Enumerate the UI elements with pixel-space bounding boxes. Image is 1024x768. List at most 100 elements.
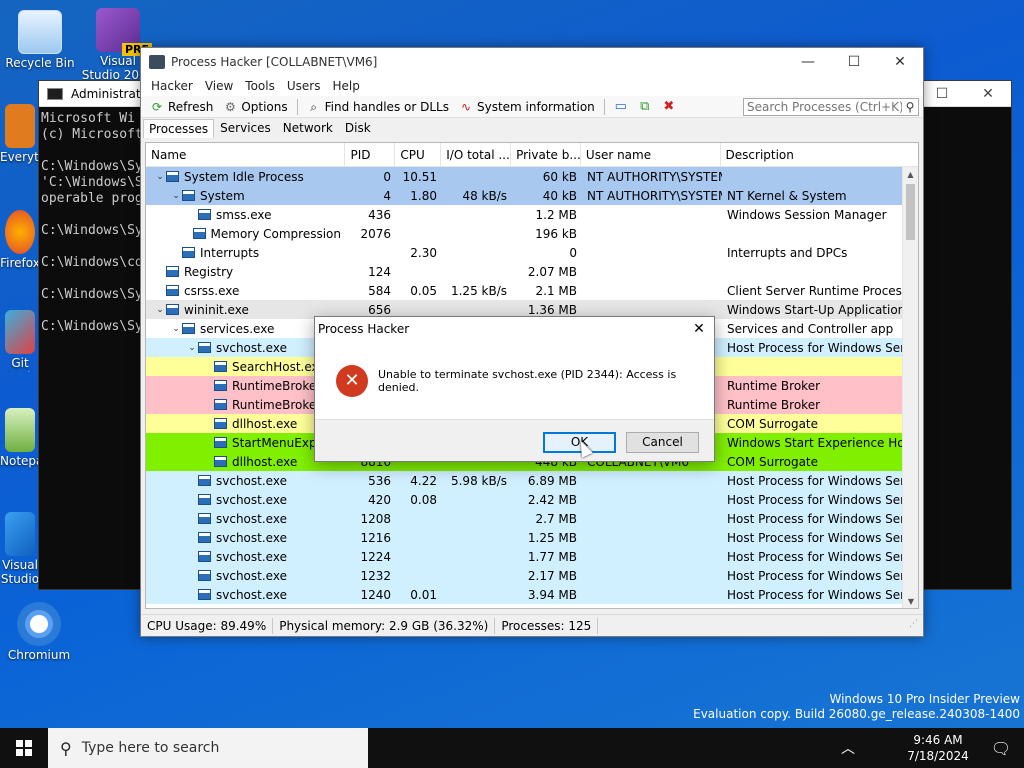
resize-grip-icon[interactable]: ⋰ [909,619,923,633]
minimize-icon[interactable]: — [785,48,831,76]
process-name: svchost.exe [216,568,287,583]
menu-tools[interactable]: Tools [239,79,281,93]
scroll-thumb[interactable] [906,184,915,240]
maximize-icon[interactable]: ☐ [919,86,965,102]
table-row[interactable]: csrss.exe 584 0.05 1.25 kB/s 2.1 MB Client Se… [146,281,902,300]
expand-chevron-icon[interactable]: ⌄ [186,343,198,353]
start-button[interactable] [0,728,48,768]
notification-icon[interactable]: 🗨 [978,739,1024,758]
toolbar-separator [296,98,298,115]
search-input[interactable] [747,99,902,114]
process-private-bytes: 2.7 MB [535,511,577,526]
scroll-up-icon[interactable]: ▲ [903,167,918,183]
process-name-cell[interactable]: svchost.exe [146,588,346,602]
desktop-icon-firefox[interactable]: Firefox [0,210,40,272]
clock[interactable]: 9:46 AM 7/18/2024 [898,732,978,764]
tab-processes[interactable]: Processes [143,119,215,138]
tab-disk[interactable]: Disk [339,118,377,138]
desktop-icon-git-bash[interactable]: Git Bash [0,310,40,372]
system-information-button[interactable]: ∿ System information [454,97,600,117]
search-icon[interactable]: ⚲ [902,100,918,114]
process-name-cell[interactable]: svchost.exe [146,474,346,488]
column-description[interactable]: Description [721,143,918,166]
desktop-icon-chromium[interactable]: Chromium [1,602,77,662]
process-name-cell[interactable]: svchost.exe [146,531,346,545]
process-name-cell[interactable]: svchost.exe [146,493,346,507]
column-io-total[interactable]: I/O total ... [441,143,512,166]
expand-chevron-icon[interactable]: ⌄ [170,324,182,334]
git-bash-icon [5,310,35,354]
desktop-icon-vscode[interactable]: Visual Studio Code [0,512,40,584]
process-pid: 2076 [360,226,391,241]
table-row[interactable]: svchost.exe 1240 0.01 3.94 MB Host Process f… [146,585,902,604]
find-handles-button[interactable]: ⌕ Find handles or DLLs [302,97,454,117]
expand-chevron-icon[interactable]: ⌄ [154,172,166,182]
process-name-cell[interactable]: csrss.exe [146,284,346,298]
process-name-cell[interactable]: svchost.exe [146,512,346,526]
table-row[interactable]: Registry 124 2.07 MB [146,262,902,281]
tab-network[interactable]: Network [277,118,339,138]
process-pid: 656 [368,302,391,317]
dialog-close-icon[interactable]: ✕ [684,321,714,337]
table-row[interactable]: svchost.exe 1216 1.25 MB Host Process for W… [146,528,902,547]
vertical-scrollbar[interactable]: ▲ ▼ [902,167,918,608]
table-row[interactable]: svchost.exe 1232 2.17 MB Host Process for W… [146,566,902,585]
maximize-icon[interactable]: ☐ [831,48,877,76]
process-description: Host Process for Windows Ser... [727,530,902,545]
window-icon[interactable]: ▭ [612,99,630,115]
scroll-down-icon[interactable]: ▼ [903,594,918,608]
process-name-cell[interactable]: Interrupts [146,246,346,260]
column-pid[interactable]: PID [345,143,396,166]
table-row[interactable]: svchost.exe 1224 1.77 MB Host Process for W… [146,547,902,566]
error-dialog[interactable]: Process Hacker ✕ ✕ Unable to terminate s… [314,316,715,462]
column-cpu[interactable]: CPU [395,143,442,166]
table-row[interactable]: Interrupts 2.30 0 Interrupts and DPCs [146,243,902,262]
process-name-cell[interactable]: Memory Compression [146,227,346,241]
menu-view[interactable]: View [199,79,239,93]
table-row[interactable]: smss.exe 436 1.2 MB Windows Session Manager [146,205,902,224]
desktop-icon-notepad-plus-plus[interactable]: Notepad++ [0,408,40,470]
window-arrow-icon[interactable]: ⧉ [636,99,654,115]
process-name: services.exe [200,321,275,336]
options-button[interactable]: ⚙ Options [218,97,292,117]
toolbar: ⟳ Refresh ⚙ Options ⌕ Find handles or DL… [141,96,923,118]
table-row[interactable]: svchost.exe 420 0.08 2.42 MB Host Process fo… [146,490,902,509]
process-name-cell[interactable]: svchost.exe [146,550,346,564]
process-name-cell[interactable]: ⌄ wininit.exe [146,303,346,317]
table-row[interactable]: ⌄ System 4 1.80 48 kB/s 40 kB NT AUTHORITY\SYS… [146,186,902,205]
expand-chevron-icon[interactable]: ⌄ [154,305,166,315]
chevron-up-icon[interactable]: ︿ [834,738,862,758]
table-row[interactable]: Memory Compression 2076 196 kB [146,224,902,243]
process-description: Windows Session Manager [727,207,887,222]
table-row[interactable]: svchost.exe 536 4.22 5.98 kB/s 6.89 MB Host P… [146,471,902,490]
table-row[interactable]: svchost.exe 1208 2.7 MB Host Process for Wi… [146,509,902,528]
process-name-cell[interactable]: ⌄ System [146,189,346,203]
close-icon[interactable]: ✕ [965,86,1011,102]
refresh-button[interactable]: ⟳ Refresh [145,97,218,117]
cancel-button[interactable]: Cancel [626,432,699,453]
menu-help[interactable]: Help [326,79,365,93]
column-user-name[interactable]: User name [581,143,721,166]
column-name[interactable]: Name [146,143,346,166]
desktop-icon-recycle-bin[interactable]: Recycle Bin [2,10,78,70]
expand-chevron-icon[interactable]: ⌄ [170,191,182,201]
dialog-title-bar[interactable]: Process Hacker ✕ [315,317,714,341]
process-description: Interrupts and DPCs [727,245,848,260]
search-processes[interactable]: ⚲ [743,97,919,116]
process-name-cell[interactable]: smss.exe [146,208,346,222]
process-name-cell[interactable]: Registry [146,265,346,279]
close-icon[interactable]: ✕ [877,48,923,76]
desktop-icon-everything[interactable]: Everything [0,104,40,172]
menu-users[interactable]: Users [281,79,327,93]
process-name-cell[interactable]: ⌄ System Idle Process [146,170,346,184]
process-io-total: 5.98 kB/s [450,473,507,488]
ph-title-bar[interactable]: Process Hacker [COLLABNET\VM6] — ☐ ✕ [141,48,923,76]
tab-services[interactable]: Services [214,118,277,138]
cmd-output-right [937,109,997,589]
taskbar-search[interactable]: ⚲ Type here to search [48,728,368,768]
table-row[interactable]: ⌄ System Idle Process 0 10.51 60 kB NT AUTHOR… [146,167,902,186]
menu-hacker[interactable]: Hacker [145,79,199,93]
column-private-bytes[interactable]: Private b... [511,143,581,166]
process-name-cell[interactable]: svchost.exe [146,569,346,583]
terminate-icon[interactable]: ✖ [660,99,678,115]
